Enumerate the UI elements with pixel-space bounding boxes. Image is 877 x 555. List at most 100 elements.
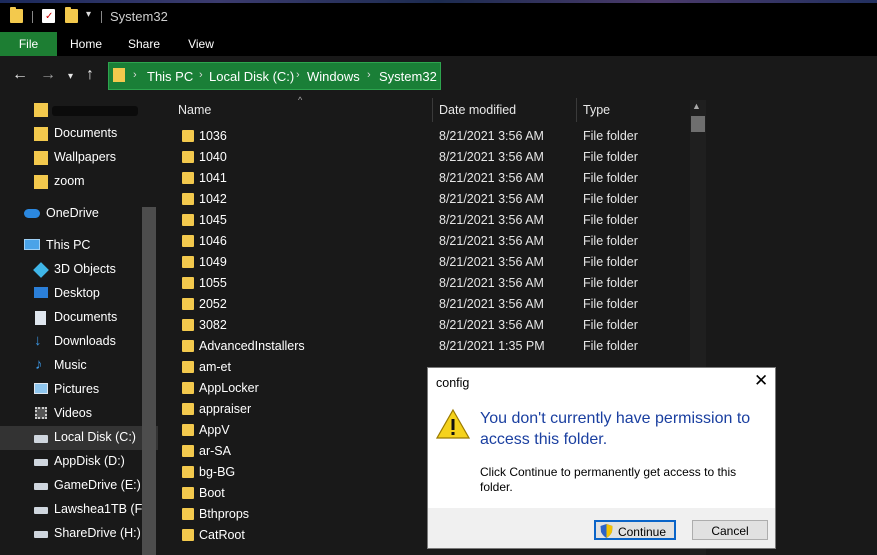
breadcrumb-windows[interactable]: Windows: [307, 69, 360, 84]
nav-item-documents[interactable]: Documents: [0, 122, 158, 146]
chevron-right-icon[interactable]: ›: [296, 69, 300, 81]
tab-home[interactable]: Home: [60, 32, 112, 56]
window-title: System32: [110, 9, 168, 24]
table-row[interactable]: 1049 8/21/2021 3:56 AM File folder: [158, 252, 688, 273]
back-arrow-icon[interactable]: ←: [12, 66, 28, 84]
table-row[interactable]: 1036 8/21/2021 3:56 AM File folder: [158, 126, 688, 147]
file-type: File folder: [583, 213, 638, 227]
customize-toolbar-icon[interactable]: ▾: [86, 9, 91, 20]
scroll-up-icon[interactable]: ▲: [692, 101, 701, 111]
folder-icon: [182, 235, 194, 247]
nav-item-label: Music: [54, 358, 87, 372]
file-name: appraiser: [199, 402, 252, 416]
address-row: ← → ▾ ↑ › This PC › Local Disk (C:) › Wi…: [0, 56, 877, 96]
table-row[interactable]: AdvancedInstallers 8/21/2021 1:35 PM File …: [158, 336, 688, 357]
column-divider[interactable]: [576, 98, 577, 122]
nav-item-music[interactable]: ♪ Music: [0, 354, 158, 378]
file-date: 8/21/2021 3:56 AM: [439, 129, 544, 143]
breadcrumb-local-disk[interactable]: Local Disk (C:): [209, 69, 294, 84]
continue-button[interactable]: Continue: [594, 520, 676, 540]
nav-item-local-disk[interactable]: Local Disk (C:): [0, 426, 158, 450]
folder-icon: [34, 103, 48, 117]
nav-item-label: 3D Objects: [54, 262, 116, 276]
up-arrow-icon[interactable]: ↑: [86, 66, 94, 84]
breadcrumb-system32[interactable]: System32: [379, 69, 437, 84]
recent-locations-chevron-icon[interactable]: ▾: [68, 68, 73, 86]
nav-scrollbar[interactable]: [142, 207, 156, 555]
properties-icon[interactable]: ✓: [42, 9, 55, 23]
nav-item-videos[interactable]: Videos: [0, 402, 158, 426]
close-icon[interactable]: ✕: [754, 371, 768, 391]
folder-icon: [182, 277, 194, 289]
nav-item-redacted[interactable]: [0, 98, 158, 122]
address-bar[interactable]: › This PC › Local Disk (C:) › Windows › …: [108, 62, 441, 90]
chevron-right-icon[interactable]: ›: [133, 69, 137, 81]
column-header-name[interactable]: Name: [178, 103, 211, 117]
cloud-icon: [24, 209, 40, 218]
table-row[interactable]: 3082 8/21/2021 3:56 AM File folder: [158, 315, 688, 336]
table-row[interactable]: 2052 8/21/2021 3:56 AM File folder: [158, 294, 688, 315]
nav-item-downloads[interactable]: ↓ Downloads: [0, 330, 158, 354]
tab-file[interactable]: File: [0, 32, 57, 56]
picture-icon: [34, 383, 48, 394]
file-name: 1049: [199, 255, 227, 269]
table-row[interactable]: 1040 8/21/2021 3:56 AM File folder: [158, 147, 688, 168]
permission-dialog: config ✕ You don't currently have permis…: [427, 367, 776, 549]
table-row[interactable]: 1045 8/21/2021 3:56 AM File folder: [158, 210, 688, 231]
file-name: AppLocker: [199, 381, 259, 395]
nav-item-pictures[interactable]: Pictures: [0, 378, 158, 402]
file-date: 8/21/2021 3:56 AM: [439, 150, 544, 164]
file-type: File folder: [583, 339, 638, 353]
column-divider[interactable]: [432, 98, 433, 122]
file-name: 1040: [199, 150, 227, 164]
column-header-type[interactable]: Type: [583, 103, 610, 117]
table-row[interactable]: 1041 8/21/2021 3:56 AM File folder: [158, 168, 688, 189]
cancel-button[interactable]: Cancel: [692, 520, 768, 540]
table-row[interactable]: 1046 8/21/2021 3:56 AM File folder: [158, 231, 688, 252]
folder-icon: [182, 382, 194, 394]
nav-item-onedrive[interactable]: OneDrive: [0, 202, 158, 226]
nav-item-sharedrive[interactable]: ShareDrive (H:): [0, 522, 158, 546]
navigation-pane[interactable]: Documents Wallpapers zoom OneDrive This …: [0, 96, 158, 555]
chevron-right-icon[interactable]: ›: [367, 69, 371, 81]
tab-view[interactable]: View: [175, 32, 227, 56]
file-type: File folder: [583, 192, 638, 206]
nav-item-zoom[interactable]: zoom: [0, 170, 158, 194]
tab-share[interactable]: Share: [118, 32, 170, 56]
forward-arrow-icon[interactable]: →: [40, 66, 56, 84]
nav-item-desktop[interactable]: Desktop: [0, 282, 158, 306]
nav-item-3d-objects[interactable]: 3D Objects: [0, 258, 158, 282]
nav-item-label: This PC: [46, 238, 91, 252]
nav-item-documents-pc[interactable]: Documents: [0, 306, 158, 330]
file-type: File folder: [583, 255, 638, 269]
file-name: Boot: [199, 486, 225, 500]
file-name: am-et: [199, 360, 231, 374]
nav-item-wallpapers[interactable]: Wallpapers: [0, 146, 158, 170]
file-name: Bthprops: [199, 507, 250, 521]
nav-item-label: Desktop: [54, 286, 100, 300]
drive-icon: [34, 435, 48, 443]
breadcrumb-this-pc[interactable]: This PC: [147, 69, 193, 84]
table-row[interactable]: 1042 8/21/2021 3:56 AM File folder: [158, 189, 688, 210]
column-header-date[interactable]: Date modified: [439, 103, 516, 117]
folder-icon: [34, 127, 48, 141]
folder-icon: [182, 445, 194, 457]
nav-item-label: Lawshea1TB (F:): [54, 502, 150, 516]
table-row[interactable]: 1055 8/21/2021 3:56 AM File folder: [158, 273, 688, 294]
nav-item-label: Videos: [54, 406, 92, 420]
chevron-right-icon[interactable]: ›: [199, 69, 203, 81]
new-folder-icon[interactable]: [65, 7, 78, 23]
title-bar: ✓ ▾ System32: [0, 3, 877, 32]
folder-icon: [182, 508, 194, 520]
nav-item-lawshea1tb[interactable]: Lawshea1TB (F:): [0, 498, 158, 522]
folder-icon: [182, 403, 194, 415]
file-name: 1046: [199, 234, 227, 248]
file-date: 8/21/2021 3:56 AM: [439, 276, 544, 290]
nav-item-this-pc[interactable]: This PC: [0, 234, 158, 258]
nav-item-appdisk[interactable]: AppDisk (D:): [0, 450, 158, 474]
cube-icon: [33, 262, 49, 278]
scrollbar-thumb[interactable]: [691, 116, 705, 132]
file-name: ar-SA: [199, 444, 231, 458]
nav-item-gamedrive[interactable]: GameDrive (E:): [0, 474, 158, 498]
file-type: File folder: [583, 318, 638, 332]
